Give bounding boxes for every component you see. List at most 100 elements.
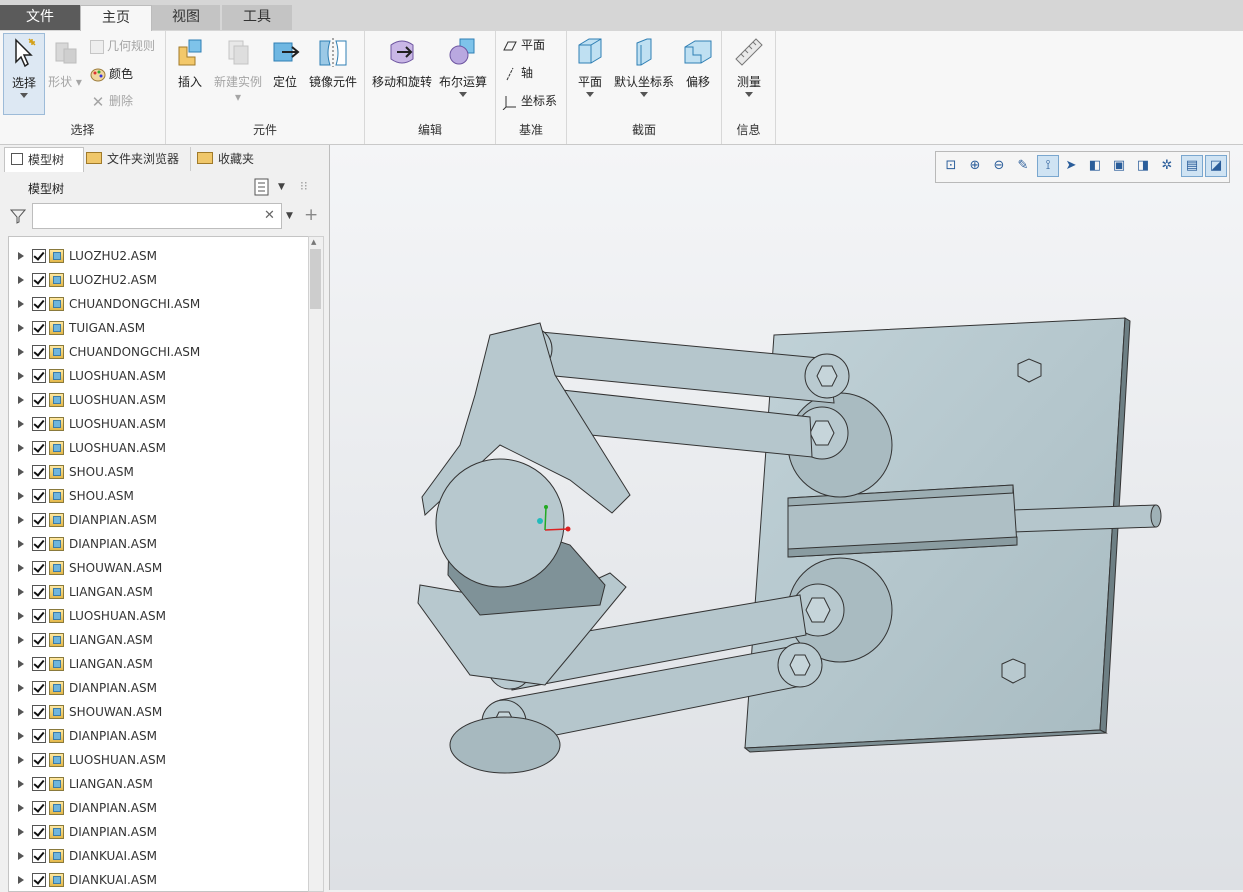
visibility-checkbox[interactable] — [32, 561, 46, 575]
show-hide-columns-icon[interactable]: ⁝⁝ — [300, 179, 318, 197]
tree-item[interactable]: LIANGAN.ASM — [9, 628, 309, 652]
tree-item[interactable]: LUOZHU2.ASM — [9, 268, 309, 292]
measure-button[interactable]: 测量 — [730, 35, 768, 97]
tree-item[interactable]: SHOU.ASM — [9, 484, 309, 508]
visibility-checkbox[interactable] — [32, 489, 46, 503]
tree-item[interactable]: LUOSHUAN.ASM — [9, 388, 309, 412]
tab-tools[interactable]: 工具 — [222, 5, 292, 30]
expand-triangle-icon[interactable] — [18, 636, 24, 644]
tab-model-tree[interactable]: 模型树 — [4, 147, 84, 172]
expand-triangle-icon[interactable] — [18, 732, 24, 740]
tree-item[interactable]: SHOUWAN.ASM — [9, 556, 309, 580]
visibility-checkbox[interactable] — [32, 849, 46, 863]
visibility-checkbox[interactable] — [32, 873, 46, 887]
clear-filter-icon[interactable]: ✕ — [264, 208, 275, 223]
expand-triangle-icon[interactable] — [18, 420, 24, 428]
tree-item[interactable]: CHUANDONGCHI.ASM — [9, 292, 309, 316]
tree-item[interactable]: SHOUWAN.ASM — [9, 700, 309, 724]
expand-triangle-icon[interactable] — [18, 468, 24, 476]
expand-triangle-icon[interactable] — [18, 708, 24, 716]
expand-triangle-icon[interactable] — [18, 660, 24, 668]
mirror-component-button[interactable]: 镜像元件 — [306, 35, 360, 90]
tree-item[interactable]: DIANKUAI.ASM — [9, 844, 309, 868]
tree-item[interactable]: DIANKUAI.ASM — [9, 868, 309, 891]
tab-home[interactable]: 主页 — [80, 5, 152, 33]
visibility-checkbox[interactable] — [32, 297, 46, 311]
visibility-checkbox[interactable] — [32, 825, 46, 839]
expand-triangle-icon[interactable] — [18, 276, 24, 284]
visibility-checkbox[interactable] — [32, 705, 46, 719]
locate-button[interactable]: 定位 — [267, 35, 303, 90]
expand-triangle-icon[interactable] — [18, 396, 24, 404]
tree-item[interactable]: LUOZHU2.ASM — [9, 244, 309, 268]
visibility-checkbox[interactable] — [32, 729, 46, 743]
visibility-checkbox[interactable] — [32, 585, 46, 599]
tab-folder-browser[interactable]: 文件夹浏览器 — [80, 147, 190, 171]
visibility-checkbox[interactable] — [32, 681, 46, 695]
select-button[interactable]: 选择 — [3, 33, 45, 115]
default-csys-section-button[interactable]: 默认坐标系 — [611, 35, 677, 97]
expand-triangle-icon[interactable] — [18, 348, 24, 356]
delete-button[interactable]: ✕ 删除 — [90, 92, 133, 110]
tree-item[interactable]: DIANPIAN.ASM — [9, 820, 309, 844]
expand-triangle-icon[interactable] — [18, 756, 24, 764]
expand-triangle-icon[interactable] — [18, 324, 24, 332]
tree-item[interactable]: DIANPIAN.ASM — [9, 532, 309, 556]
tree-item[interactable]: LUOSHUAN.ASM — [9, 364, 309, 388]
tree-filter-input[interactable] — [32, 203, 282, 229]
expand-triangle-icon[interactable] — [18, 588, 24, 596]
expand-triangle-icon[interactable] — [18, 444, 24, 452]
tree-scrollbar[interactable]: ▲ — [308, 236, 324, 892]
tree-item[interactable]: LUOSHUAN.ASM — [9, 604, 309, 628]
add-filter-icon[interactable]: + — [304, 205, 318, 225]
expand-triangle-icon[interactable] — [18, 516, 24, 524]
offset-section-button[interactable]: 偏移 — [680, 35, 716, 90]
scroll-thumb[interactable] — [310, 249, 321, 309]
tab-file[interactable]: 文件 — [0, 5, 80, 30]
tab-view[interactable]: 视图 — [152, 5, 220, 30]
expand-triangle-icon[interactable] — [18, 612, 24, 620]
tab-favorites[interactable]: 收藏夹 — [190, 147, 269, 171]
visibility-checkbox[interactable] — [32, 657, 46, 671]
expand-triangle-icon[interactable] — [18, 852, 24, 860]
expand-triangle-icon[interactable] — [18, 684, 24, 692]
tree-item[interactable]: DIANPIAN.ASM — [9, 508, 309, 532]
tree-item[interactable]: CHUANDONGCHI.ASM — [9, 340, 309, 364]
visibility-checkbox[interactable] — [32, 345, 46, 359]
geometry-rule-button[interactable]: 几何规则 — [90, 37, 155, 55]
filter-dropdown-chevron-icon[interactable]: ▼ — [286, 211, 293, 221]
visibility-checkbox[interactable] — [32, 537, 46, 551]
expand-triangle-icon[interactable] — [18, 780, 24, 788]
color-button[interactable]: 颜色 — [90, 65, 133, 83]
filter-icon[interactable] — [9, 208, 27, 227]
tree-item[interactable]: LUOSHUAN.ASM — [9, 748, 309, 772]
expand-triangle-icon[interactable] — [18, 540, 24, 548]
expand-triangle-icon[interactable] — [18, 564, 24, 572]
visibility-checkbox[interactable] — [32, 777, 46, 791]
tree-item[interactable]: LIANGAN.ASM — [9, 580, 309, 604]
tree-item[interactable]: DIANPIAN.ASM — [9, 724, 309, 748]
tree-item[interactable]: LIANGAN.ASM — [9, 772, 309, 796]
gripper-assembly-model[interactable] — [330, 145, 1243, 890]
graphics-viewport[interactable]: ⊡ ⊕ ⊖ ✎ ⟟ ➤ ◧ ▣ ◨ ✲ ▤ ◪ — [330, 145, 1243, 890]
insert-button[interactable]: 插入 — [170, 35, 210, 90]
datum-csys-button[interactable]: 坐标系 — [502, 92, 557, 110]
tree-item[interactable]: LUOSHUAN.ASM — [9, 412, 309, 436]
tree-item[interactable]: TUIGAN.ASM — [9, 316, 309, 340]
tree-item[interactable]: DIANPIAN.ASM — [9, 676, 309, 700]
expand-triangle-icon[interactable] — [18, 252, 24, 260]
tree-item[interactable]: SHOU.ASM — [9, 460, 309, 484]
section-plane-button[interactable]: 平面 — [573, 35, 607, 97]
expand-triangle-icon[interactable] — [18, 300, 24, 308]
shape-button[interactable]: 形状 ▾ — [45, 35, 85, 90]
expand-triangle-icon[interactable] — [18, 372, 24, 380]
tree-item[interactable]: DIANPIAN.ASM — [9, 796, 309, 820]
visibility-checkbox[interactable] — [32, 609, 46, 623]
tree-item[interactable]: LIANGAN.ASM — [9, 652, 309, 676]
move-rotate-button[interactable]: 移动和旋转 — [370, 35, 434, 90]
expand-triangle-icon[interactable] — [18, 804, 24, 812]
expand-triangle-icon[interactable] — [18, 876, 24, 884]
visibility-checkbox[interactable] — [32, 441, 46, 455]
visibility-checkbox[interactable] — [32, 249, 46, 263]
scroll-up-icon[interactable]: ▲ — [311, 238, 316, 246]
